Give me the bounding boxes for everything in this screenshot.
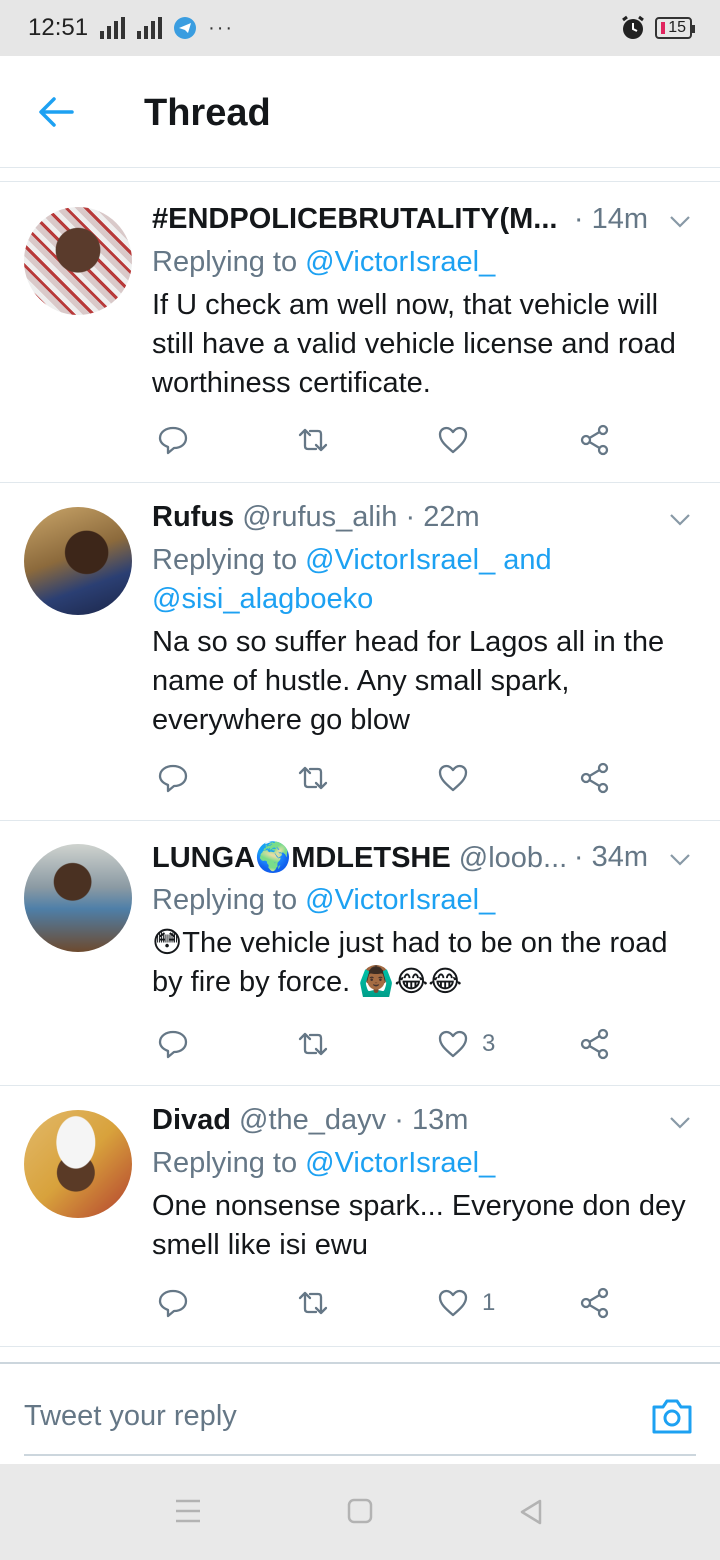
- like-count: 1: [482, 1289, 496, 1316]
- share-button[interactable]: [578, 1286, 612, 1320]
- menu-icon[interactable]: [174, 1498, 202, 1524]
- system-nav-bar: [0, 1464, 720, 1560]
- tweet-time: · 13m: [394, 1104, 469, 1136]
- share-icon: [580, 1287, 609, 1319]
- tweet-author-name[interactable]: #ENDPOLICEBRUTALITY(M...: [152, 203, 557, 235]
- tweet-author-name[interactable]: Rufus: [152, 501, 234, 533]
- retweet-icon: [298, 1032, 328, 1056]
- telegram-icon: [174, 17, 197, 39]
- tweet-item[interactable]: LUNGA🌍MDLETSHE @loob... · 34m Replying t…: [0, 821, 720, 1086]
- thread-divider: [0, 168, 720, 182]
- tweet-item[interactable]: Rufus @rufus_alih · 22m Replying to @Vic…: [0, 483, 720, 821]
- tweet-text: One nonsense spark... Everyone don dey s…: [152, 1190, 686, 1261]
- reply-button[interactable]: [156, 1027, 190, 1061]
- reply-input[interactable]: Tweet your reply: [24, 1400, 237, 1433]
- like-button[interactable]: [436, 761, 482, 795]
- tweet-actions: 1: [152, 1286, 632, 1326]
- mention-link[interactable]: @VictorIsrael_ and: [305, 544, 552, 576]
- retweet-button[interactable]: [296, 761, 330, 795]
- reply-button[interactable]: [156, 761, 190, 795]
- heart-icon: [438, 764, 468, 792]
- mention-link[interactable]: @sisi_alagboeko: [152, 583, 373, 615]
- chevron-down-icon[interactable]: [666, 845, 694, 873]
- tweet-item[interactable]: #ENDPOLICEBRUTALITY(M... · 14m Replying …: [0, 183, 720, 483]
- signal-icon-2: [137, 17, 163, 39]
- reply-button[interactable]: [156, 1286, 190, 1320]
- heart-icon: [438, 426, 468, 454]
- reply-button[interactable]: [156, 423, 190, 457]
- header: Thread: [0, 56, 720, 168]
- replying-to: Replying to @VictorIsrael_: [152, 881, 700, 920]
- status-overflow: ···: [208, 16, 235, 39]
- arrow-left-icon[interactable]: [36, 92, 76, 132]
- tweet-author-handle[interactable]: @rufus_alih: [242, 501, 397, 533]
- reply-icon: [158, 1289, 188, 1318]
- reply-icon: [158, 426, 188, 455]
- replying-to: Replying to @VictorIsrael_ and @sisi_ala…: [152, 541, 700, 619]
- like-count: 3: [482, 1030, 496, 1057]
- retweet-icon: [298, 1291, 328, 1315]
- retweet-button[interactable]: [296, 423, 330, 457]
- avatar[interactable]: [24, 1110, 132, 1218]
- avatar[interactable]: [24, 207, 132, 315]
- back-triangle-icon[interactable]: [518, 1498, 544, 1526]
- retweet-button[interactable]: [296, 1027, 330, 1061]
- replying-prefix: Replying to: [152, 884, 306, 916]
- tweet-author-handle[interactable]: @the_dayv: [239, 1104, 386, 1136]
- share-button[interactable]: [578, 761, 612, 795]
- share-icon: [580, 762, 609, 794]
- replying-prefix: Replying to: [152, 246, 306, 278]
- chevron-down-icon[interactable]: [666, 1108, 694, 1136]
- battery-level: 15: [668, 19, 686, 36]
- reply-icon: [158, 764, 188, 793]
- tweet-text: 😳The vehicle just had to be on the road …: [152, 927, 668, 998]
- status-bar: 12:51 ··· 15: [0, 0, 720, 56]
- tweet-text: Na so so suffer head for Lagos all in th…: [152, 626, 665, 736]
- avatar[interactable]: [24, 507, 132, 615]
- retweet-button[interactable]: [296, 1286, 330, 1320]
- mention-link[interactable]: @VictorIsrael_: [305, 884, 495, 916]
- tweet-author-name[interactable]: LUNGA🌍MDLETSHE: [152, 842, 451, 874]
- reply-icon: [158, 1030, 188, 1059]
- signal-icon: [100, 17, 126, 39]
- battery-icon: 15: [655, 17, 695, 39]
- share-button[interactable]: [578, 1027, 612, 1061]
- tweet-author-name[interactable]: Divad: [152, 1104, 231, 1136]
- like-button[interactable]: 3: [436, 1027, 495, 1061]
- replying-prefix: Replying to: [152, 544, 306, 576]
- avatar[interactable]: [24, 844, 132, 952]
- tweet-author-handle[interactable]: @loob...: [459, 842, 567, 874]
- like-button[interactable]: [436, 423, 482, 457]
- tweet-actions: [152, 761, 632, 801]
- share-icon: [580, 424, 609, 456]
- tweet-actions: [152, 423, 632, 463]
- retweet-icon: [298, 766, 328, 790]
- heart-icon: [438, 1289, 468, 1317]
- retweet-icon: [298, 428, 328, 452]
- replying-prefix: Replying to: [152, 1147, 306, 1179]
- tweet-time: · 14m: [573, 203, 648, 235]
- tweet-actions: 3: [152, 1027, 632, 1067]
- chevron-down-icon[interactable]: [666, 505, 694, 533]
- tweet-text: If U check am well now, that vehicle wil…: [152, 289, 676, 399]
- camera-icon[interactable]: [650, 1396, 694, 1436]
- home-icon[interactable]: [347, 1498, 373, 1524]
- reply-input-underline: [24, 1454, 696, 1456]
- heart-icon: [438, 1030, 468, 1058]
- share-button[interactable]: [578, 423, 612, 457]
- mention-link[interactable]: @VictorIsrael_: [305, 1147, 495, 1179]
- page-title: Thread: [144, 92, 271, 134]
- chevron-down-icon[interactable]: [666, 207, 694, 235]
- share-icon: [580, 1028, 609, 1060]
- replying-to: Replying to @VictorIsrael_: [152, 1144, 700, 1183]
- mention-link[interactable]: @VictorIsrael_: [305, 246, 495, 278]
- like-button[interactable]: 1: [436, 1286, 495, 1320]
- replying-to: Replying to @VictorIsrael_: [152, 243, 700, 282]
- tweet-item[interactable]: Divad @the_dayv · 13m Replying to @Victo…: [0, 1086, 720, 1347]
- reply-composer[interactable]: Tweet your reply: [0, 1362, 720, 1464]
- status-time: 12:51: [28, 14, 89, 41]
- tweet-time: · 34m: [573, 841, 648, 873]
- alarm-icon: [622, 15, 645, 39]
- tweet-time: · 22m: [405, 501, 480, 533]
